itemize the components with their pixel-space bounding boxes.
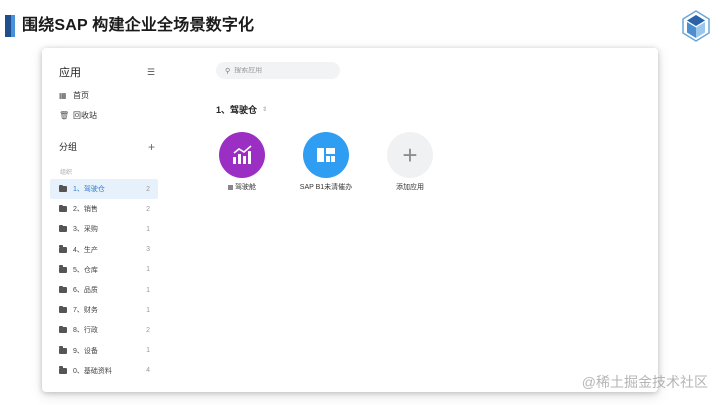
group-item-equipment[interactable]: 9、设备 1 <box>50 341 158 361</box>
slide-title: 围绕SAP 构建企业全场景数字化 <box>22 17 255 34</box>
group-item-count: 2 <box>146 326 150 334</box>
group-item-label: 5、仓库 <box>73 266 98 274</box>
group-item-count: 4 <box>146 367 150 375</box>
nav-item-home-label: 首页 <box>73 91 89 100</box>
group-item-label: 1、驾驶仓 <box>73 186 105 194</box>
sidebar: 应用 ☰ ▦ 首页 🗑 回收站 分组 + 组织 1、驾驶仓 2 2、销售 2 3… <box>42 48 160 392</box>
collapse-menu-icon[interactable]: ☰ <box>147 67 155 78</box>
plus-icon: + <box>402 140 418 170</box>
app-label: 驾驶舱 <box>212 183 272 192</box>
org-label: 组织 <box>60 170 73 176</box>
group-title: 分组 <box>59 142 78 152</box>
group-item-label: 2、销售 <box>73 206 98 214</box>
folder-icon <box>59 224 67 233</box>
search-input[interactable] <box>234 67 325 74</box>
group-list: 1、驾驶仓 2 2、销售 2 3、采购 1 4、生产 3 5、仓库 1 6、品质… <box>50 179 158 381</box>
nav-item-recycle-bin-label: 回收站 <box>73 111 97 120</box>
group-item-count: 1 <box>146 266 150 274</box>
folder-icon <box>59 285 67 294</box>
app-window: 应用 ☰ ▦ 首页 🗑 回收站 分组 + 组织 1、驾驶仓 2 2、销售 2 3… <box>42 48 658 392</box>
add-app-icon: + <box>387 132 433 178</box>
group-item-label: 8、行政 <box>73 327 98 335</box>
group-item-label: 7、财务 <box>73 307 98 315</box>
sort-icon[interactable]: ⇕ <box>262 106 267 113</box>
app-tile-cockpit[interactable]: 驾驶舱 <box>207 132 277 192</box>
chart-icon <box>233 145 252 164</box>
group-item-count: 2 <box>146 185 150 193</box>
nav-item-home[interactable]: ▦ 首页 <box>59 90 89 101</box>
sidebar-header: 应用 ☰ <box>59 64 155 80</box>
app-icon-sap-b1 <box>303 132 349 178</box>
group-item-label: 0、基础资料 <box>73 367 112 375</box>
add-group-icon[interactable]: + <box>148 141 155 153</box>
folder-icon <box>59 366 67 374</box>
folder-icon <box>59 265 67 273</box>
group-item-sales[interactable]: 2、销售 2 <box>50 199 158 219</box>
sidebar-title: 应用 <box>59 67 81 79</box>
group-item-quality[interactable]: 6、品质 1 <box>50 280 158 300</box>
app-label-text: 驾驶舱 <box>235 184 256 191</box>
app-label: SAP B1未清催办 <box>299 184 353 191</box>
folder-icon <box>59 204 67 213</box>
folder-icon <box>59 305 67 314</box>
label-marker <box>228 184 233 190</box>
app-label: 添加应用 <box>396 184 424 191</box>
nav-item-recycle-bin[interactable]: 🗑 回收站 <box>59 110 97 121</box>
folder-icon <box>59 245 67 253</box>
group-item-warehouse[interactable]: 5、仓库 1 <box>50 260 158 280</box>
group-item-admin[interactable]: 8、行政 2 <box>50 320 158 340</box>
group-header: 分组 + <box>59 140 155 153</box>
group-item-count: 2 <box>146 205 150 213</box>
section-title-text: 1、驾驶仓 <box>216 105 258 115</box>
grid-icon: ▦ <box>59 91 67 100</box>
group-item-count: 1 <box>146 347 150 355</box>
group-item-count: 3 <box>146 246 150 254</box>
trash-icon: 🗑 <box>59 111 70 120</box>
group-item-label: 6、品质 <box>73 287 98 295</box>
company-logo <box>682 10 710 42</box>
add-app-tile[interactable]: + 添加应用 <box>375 132 445 192</box>
dashboard-icon <box>317 148 335 162</box>
section-title: 1、驾驶仓 ⇕ <box>216 103 267 116</box>
title-accent-bar <box>5 15 15 37</box>
folder-icon <box>59 184 67 193</box>
watermark: @稀土掘金技术社区 <box>581 374 708 390</box>
search-box[interactable]: ⚲ <box>216 62 340 79</box>
folder-icon <box>59 325 67 334</box>
group-item-purchasing[interactable]: 3、采购 1 <box>50 219 158 239</box>
search-icon: ⚲ <box>225 67 231 75</box>
app-icon-cockpit <box>219 132 265 178</box>
group-item-label: 3、采购 <box>73 226 98 234</box>
group-item-count: 1 <box>146 306 150 314</box>
group-item-cockpit[interactable]: 1、驾驶仓 2 <box>50 179 158 200</box>
group-item-label: 4、生产 <box>73 246 98 254</box>
folder-icon <box>59 346 67 354</box>
group-item-label: 9、设备 <box>73 347 98 355</box>
group-item-master-data[interactable]: 0、基础资料 4 <box>50 361 158 381</box>
group-item-finance[interactable]: 7、财务 1 <box>50 300 158 320</box>
group-item-production[interactable]: 4、生产 3 <box>50 240 158 260</box>
app-tile-sap-b1[interactable]: SAP B1未清催办 <box>291 132 361 192</box>
group-item-count: 1 <box>146 286 150 294</box>
group-item-count: 1 <box>146 225 150 233</box>
